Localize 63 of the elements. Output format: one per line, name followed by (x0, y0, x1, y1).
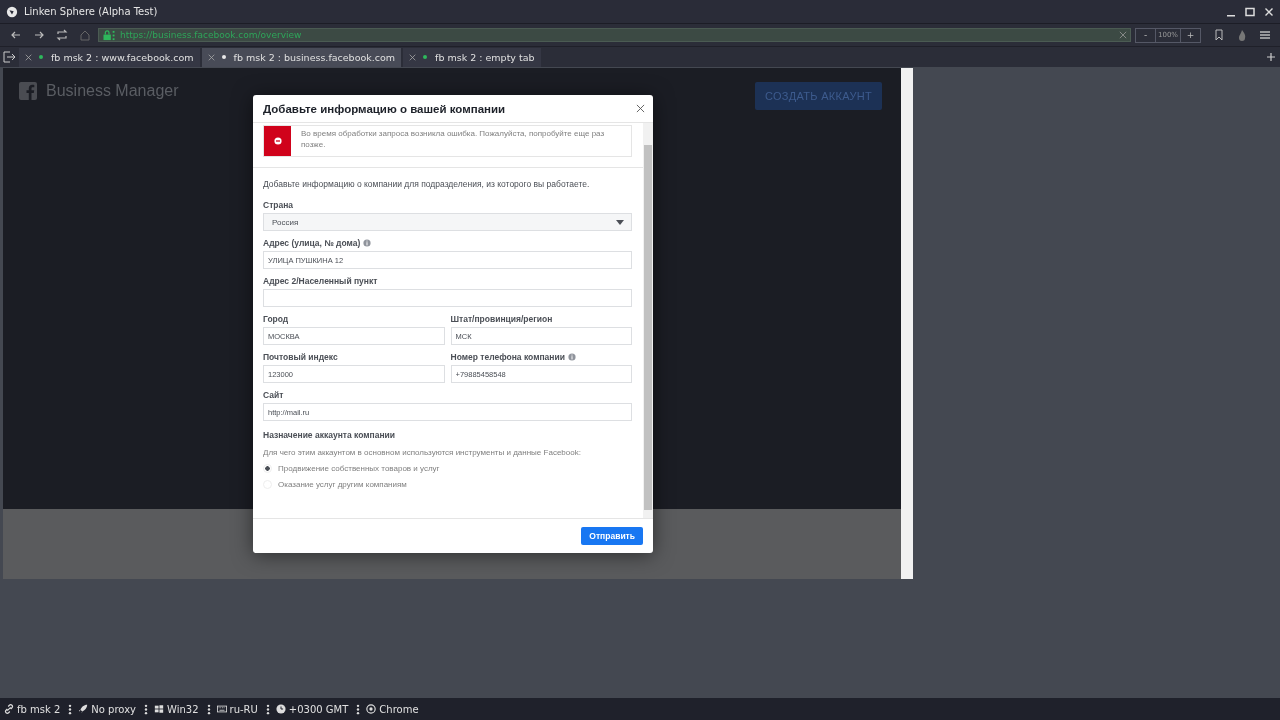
close-icon[interactable] (636, 104, 645, 113)
status-item[interactable]: fb msk 2 (17, 703, 61, 715)
input-field[interactable] (263, 289, 632, 307)
dialog-title: Добавьте информацию о вашей компании (263, 102, 506, 115)
new-tab-icon[interactable] (1264, 50, 1278, 64)
section-heading: Назначение аккаунта компании (263, 430, 396, 440)
reload-icon[interactable] (56, 29, 68, 41)
keyboard-icon (216, 704, 227, 714)
scrollbar[interactable] (643, 123, 653, 518)
bookmark-icon[interactable] (1213, 29, 1225, 41)
status-dot (423, 55, 428, 59)
link-icon (4, 704, 14, 714)
app-logo-icon (6, 5, 18, 18)
radio-button[interactable] (263, 464, 272, 473)
field-label: Штат/провинция/регион (450, 313, 553, 324)
field-label: Страна (263, 199, 294, 210)
browser-tab[interactable]: fb msk 2 : www.facebook.com (19, 47, 200, 67)
back-icon[interactable] (10, 29, 22, 41)
more-icon (265, 703, 270, 715)
browser-tab[interactable]: fb msk 2 : empty tab (403, 47, 541, 67)
brand-name: Business Manager (46, 82, 179, 100)
home-icon[interactable] (79, 29, 91, 41)
rocket-icon (78, 704, 89, 714)
scrollbar[interactable] (901, 68, 913, 579)
menu-icon[interactable] (1259, 29, 1271, 41)
caret-icon (616, 219, 624, 225)
more-icon (144, 703, 148, 715)
status-item[interactable]: Win32 (167, 703, 199, 715)
status-dot (221, 55, 226, 59)
status-item[interactable]: ru-RU (229, 703, 258, 715)
more-icon (68, 703, 73, 715)
field-label: Номер телефона компании (450, 351, 565, 362)
status-item[interactable]: No proxy (91, 703, 136, 715)
maximize-icon[interactable] (1245, 6, 1255, 17)
field-label: Адрес 2/Населенный пункт (263, 275, 378, 286)
status-dot (39, 55, 43, 59)
window-title: Linken Sphere (Alpha Test) (24, 6, 159, 17)
option-label[interactable]: Оказание услуг другим компаниям (278, 480, 407, 489)
url-text: https://business.facebook.com/overview (120, 30, 303, 40)
question-text: Для чего этим аккаунтом в основном используются инструменты и данные Facebook: (263, 448, 582, 457)
exit-icon[interactable] (2, 50, 16, 64)
field-label: Сайт (263, 389, 284, 400)
chrome-icon (366, 704, 377, 714)
forward-icon[interactable] (33, 29, 45, 41)
intro-text: Добавьте информацию о компании для подразделения, из которого вы работаете. (263, 179, 591, 189)
lock-icon (102, 29, 116, 41)
facebook-logo-icon (19, 82, 37, 100)
country-dropdown[interactable]: Россия (263, 213, 632, 231)
status-item[interactable]: +0300 GMT (288, 703, 349, 715)
field-label: Адрес (улица, № дома) (263, 237, 361, 248)
submit-button[interactable]: Отправить (581, 527, 643, 545)
clock-icon (275, 704, 286, 714)
field-label: Почтовый индекс (263, 351, 338, 362)
windows-icon (154, 704, 164, 714)
browser-tab[interactable]: fb msk 2 : business.facebook.com (201, 47, 402, 67)
error-message: Во время обработки запроса возникла ошибка. Пожалуйста, попробуйте еще раз позже. (300, 128, 606, 151)
clear-icon[interactable] (1119, 31, 1127, 39)
field-label: Город (263, 313, 289, 324)
status-item[interactable]: Chrome (379, 703, 419, 715)
option-label[interactable]: Продвижение собственных товаров и услуг (278, 464, 440, 473)
more-icon (206, 703, 211, 715)
error-icon (273, 137, 282, 145)
more-icon (356, 703, 361, 715)
